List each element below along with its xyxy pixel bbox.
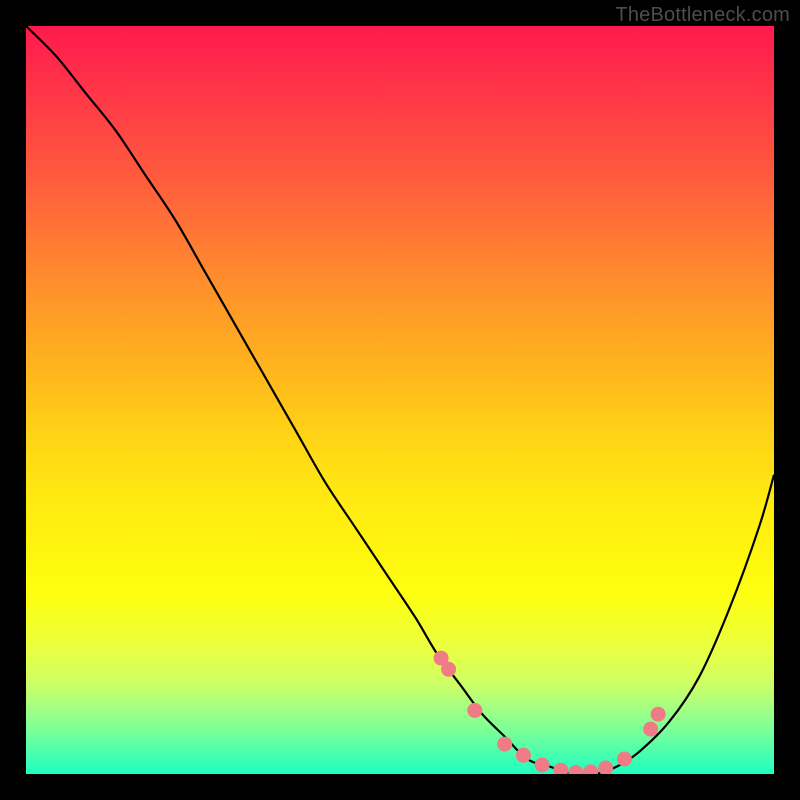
- marker-dot: [467, 703, 482, 718]
- marker-dot: [651, 707, 666, 722]
- marker-dot: [583, 764, 598, 774]
- chart-frame: TheBottleneck.com: [0, 0, 800, 800]
- marker-dot: [535, 758, 550, 773]
- marker-dot: [553, 763, 568, 774]
- attribution-label: TheBottleneck.com: [615, 4, 790, 27]
- marker-dot: [643, 722, 658, 737]
- marker-dot: [617, 752, 632, 767]
- plot-area: [26, 26, 774, 774]
- curve-layer: [26, 26, 774, 774]
- marker-dot: [568, 765, 583, 774]
- highlight-markers: [434, 651, 666, 774]
- marker-dot: [516, 748, 531, 763]
- marker-dot: [598, 761, 613, 775]
- marker-dot: [497, 737, 512, 752]
- bottleneck-curve: [26, 26, 774, 774]
- marker-dot: [441, 662, 456, 677]
